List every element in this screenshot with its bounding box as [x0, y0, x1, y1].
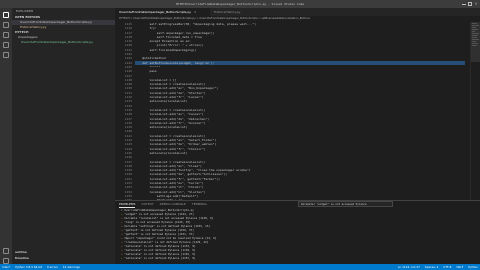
sidebar-title: EXPLORER — [16, 9, 34, 13]
title-bar: HYTECH\OverrideFromDataUnpackager_Button… — [0, 0, 480, 8]
errors-status[interactable]: 0 errors — [47, 265, 58, 269]
tab-problems[interactable]: PROBLEMS — [119, 201, 136, 208]
status-bar: main* Python 3.8.5 64-bit 0 errors 12 wa… — [0, 264, 480, 270]
window-controls: × — [462, 2, 478, 6]
explorer-sidebar: EXPLORER OPEN EDITORS OverrideFromDataUn… — [12, 8, 115, 264]
cursor-position[interactable]: Ln 1124, Col 27 — [398, 265, 420, 269]
tab-active-file[interactable]: OverrideFromDataUnpackager_ButtonScripts… — [115, 8, 210, 16]
account-icon[interactable] — [3, 248, 9, 254]
bottom-panel: PROBLEMS OUTPUT DEBUG CONSOLE TERMINAL ▾… — [115, 200, 480, 264]
tab-debug-console[interactable]: DEBUG CONSOLE — [160, 201, 186, 208]
line-number-gutter: 1115 1116 1117 1118 1119 1120 1121 1122 1123 1124… — [115, 22, 135, 200]
source-control-icon[interactable] — [3, 32, 9, 38]
minimize-icon[interactable] — [462, 2, 466, 5]
extensions-icon[interactable] — [3, 52, 9, 58]
file-tree-item[interactable]: OverrideFromDataUnpackager_ButtonScripts… — [12, 40, 115, 45]
debug-icon[interactable] — [3, 42, 9, 48]
activity-bar — [0, 8, 12, 264]
minimap[interactable] — [470, 22, 480, 200]
line-ending-status[interactable]: CRLF — [456, 265, 463, 269]
maximize-icon[interactable] — [468, 2, 472, 6]
window-title: HYTECH\OverrideFromDataUnpackager_Button… — [175, 2, 305, 6]
editor-tabs: OverrideFromDataUnpackager_ButtonScripts… — [115, 8, 480, 16]
hover-tooltip: Parameter "widget" is not accessed Pylan… — [298, 201, 393, 207]
status-left: main* Python 3.8.5 64-bit 0 errors 12 wa… — [2, 264, 84, 270]
tab-output[interactable]: OUTPUT — [141, 201, 153, 208]
tab-label: OverrideFromDataUnpackager_ButtonScripts… — [119, 10, 192, 14]
timeline-section[interactable]: timeline — [15, 256, 29, 261]
encoding-status[interactable]: UTF-8 — [443, 265, 451, 269]
problem-item[interactable]: ⚠ "setLocale" is not defined Pylance [11… — [121, 256, 480, 260]
outline-section[interactable]: outline — [15, 250, 27, 255]
status-right: Ln 1124, Col 27 Spaces: 4 UTF-8 CRLF Pyt… — [394, 264, 478, 270]
explorer-icon[interactable] — [3, 12, 9, 18]
close-icon[interactable]: × — [474, 2, 478, 6]
tab-terminal[interactable]: TERMINAL — [192, 201, 207, 208]
close-icon[interactable]: × — [194, 10, 197, 14]
problems-list: ▾ OverrideFromDataUnpackager_ButtonScrip… — [115, 208, 480, 260]
tab-label: FixDocsHistory.py — [214, 10, 241, 14]
warnings-status[interactable]: 12 warnings — [63, 265, 80, 269]
tab-file[interactable]: FixDocsHistory.py — [210, 8, 255, 16]
language-mode[interactable]: Python — [468, 265, 478, 269]
interpreter-status[interactable]: Python 3.8.5 64-bit — [15, 265, 42, 269]
search-icon[interactable] — [3, 22, 9, 28]
code-area[interactable]: self.setProgressBar(50, "Unpackaging dat… — [135, 22, 465, 200]
code-editor[interactable]: 1115 1116 1117 1118 1119 1120 1121 1122 1123 1124… — [115, 22, 470, 200]
branch-status[interactable]: main* — [2, 265, 10, 269]
problem-text: "setLocale" is not defined Pylance [1157… — [124, 256, 196, 260]
indentation-status[interactable]: Spaces: 4 — [425, 265, 439, 269]
minimap-slider[interactable] — [471, 22, 480, 62]
